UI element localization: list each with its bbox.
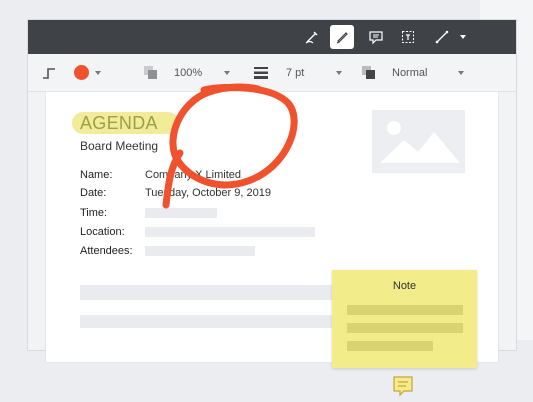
line-dropdown-icon[interactable] (460, 35, 466, 39)
pdf-viewer-window: 100% 7 pt Normal AGENDA Board Meeting Na… (28, 20, 516, 397)
location-label: Location: (80, 226, 125, 238)
note-line (347, 341, 433, 351)
attendees-placeholder (145, 246, 255, 256)
text-line (80, 285, 334, 300)
freehand-circle-annotation[interactable] (118, 37, 318, 209)
sticky-note[interactable]: Note (332, 270, 477, 368)
image-placeholder (372, 110, 465, 173)
chevron-down-icon (458, 70, 464, 75)
text-box-icon[interactable] (396, 25, 420, 49)
color-picker[interactable] (74, 54, 101, 91)
chevron-down-icon (336, 70, 342, 75)
comment-icon[interactable] (364, 25, 388, 49)
line-icon[interactable] (430, 25, 454, 49)
note-line (347, 305, 463, 315)
attendees-label: Attendees: (80, 245, 133, 257)
highlighter-pen-icon[interactable] (330, 25, 354, 49)
blend-mode-select[interactable]: Normal (388, 54, 468, 91)
blend-mode-icon (362, 54, 376, 91)
document-viewport[interactable]: AGENDA Board Meeting Name: Company X Lim… (28, 83, 516, 397)
image-icon (380, 121, 460, 163)
color-swatch (74, 65, 89, 80)
blend-mode-value: Normal (392, 66, 428, 79)
time-placeholder (145, 208, 217, 218)
name-label: Name: (80, 169, 113, 181)
chevron-down-icon (95, 70, 101, 75)
date-label: Date: (80, 187, 107, 199)
note-line (347, 323, 463, 333)
comment-marker-icon[interactable] (392, 375, 414, 397)
line-style-icon[interactable] (42, 54, 56, 91)
time-label: Time: (80, 207, 108, 219)
note-title: Note (392, 280, 417, 292)
location-placeholder (145, 227, 315, 237)
